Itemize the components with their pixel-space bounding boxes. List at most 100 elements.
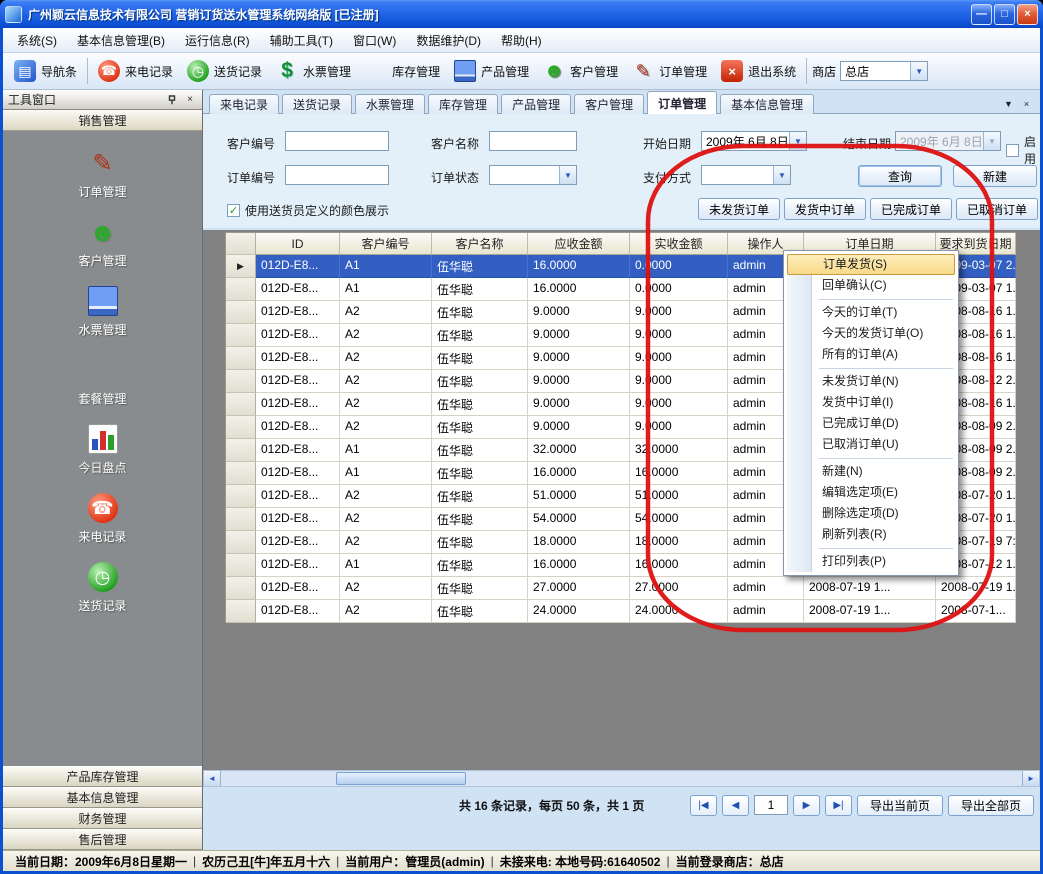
sidebar-section-bar[interactable]: 产品库存管理 [3, 766, 202, 787]
row-selector[interactable]: ▶ [226, 255, 256, 278]
context-menu-item[interactable]: 今天的发货订单(O) [786, 323, 956, 344]
shipping-orders-button[interactable]: 发货中订单 [784, 198, 866, 220]
chevron-down-icon[interactable]: ▼ [789, 132, 806, 150]
column-header[interactable]: 客户编号 [340, 233, 432, 255]
order-status-select[interactable]: ▼ [489, 165, 577, 185]
menu-item[interactable]: 数据维护(D) [406, 29, 491, 52]
scrollbar-track[interactable] [221, 771, 1022, 786]
order-no-input[interactable] [285, 165, 389, 185]
sidebar-item[interactable]: ☎来电记录 [3, 493, 202, 545]
context-menu-item[interactable]: 已完成订单(D) [786, 413, 956, 434]
close-icon[interactable]: × [183, 93, 197, 107]
pay-method-select[interactable]: ▼ [701, 165, 791, 185]
toolbar-product-button[interactable]: 产品管理 [447, 57, 536, 85]
menu-item[interactable]: 辅助工具(T) [260, 29, 343, 52]
menu-item[interactable]: 窗口(W) [343, 29, 406, 52]
toolbar-call-log-button[interactable]: ☎ 来电记录 [91, 57, 180, 85]
scroll-left-icon[interactable]: ◄ [204, 771, 221, 786]
menu-item[interactable]: 系统(S) [7, 29, 67, 52]
completed-orders-button[interactable]: 已完成订单 [870, 198, 952, 220]
context-menu-item[interactable]: 今天的订单(T) [786, 302, 956, 323]
row-selector[interactable] [226, 370, 256, 393]
tab-close-icon[interactable]: × [1019, 96, 1034, 111]
row-selector[interactable] [226, 439, 256, 462]
context-menu-item[interactable]: 已取消订单(U) [786, 434, 956, 455]
tab-item[interactable]: 库存管理 [428, 94, 498, 114]
scrollbar-thumb[interactable] [336, 772, 466, 785]
context-menu-item[interactable]: 编辑选定项(E) [786, 482, 956, 503]
sidebar-item[interactable]: ◷送货记录 [3, 562, 202, 614]
query-button[interactable]: 查询 [858, 165, 942, 187]
scroll-right-icon[interactable]: ► [1022, 771, 1039, 786]
table-row[interactable]: 012D-E8...A2伍华聪27.000027.0000admin2008-0… [226, 577, 1016, 600]
row-selector[interactable] [226, 278, 256, 301]
store-select[interactable]: 总店 ▼ [840, 61, 928, 81]
sidebar-item[interactable]: ✎订单管理 [3, 148, 202, 200]
maximize-button[interactable]: □ [994, 4, 1015, 25]
context-menu-item[interactable]: 新建(N) [786, 461, 956, 482]
export-all-pages-button[interactable]: 导出全部页 [948, 795, 1034, 816]
chevron-down-icon[interactable]: ▼ [910, 62, 927, 80]
menu-item[interactable]: 帮助(H) [491, 29, 552, 52]
toolbar-order-button[interactable]: ✎ 订单管理 [625, 57, 714, 85]
sidebar-section-bar[interactable]: 售后管理 [3, 829, 202, 850]
tab-item[interactable]: 来电记录 [209, 94, 279, 114]
toolbar-exit-button[interactable]: × 退出系统 [714, 57, 803, 85]
row-selector[interactable] [226, 508, 256, 531]
sidebar-item[interactable]: 套餐管理 [3, 355, 202, 407]
toolbar-customer-button[interactable]: ☻ 客户管理 [536, 57, 625, 85]
toolbar-water-ticket-button[interactable]: $ 水票管理 [269, 57, 358, 85]
toolbar-inventory-button[interactable]: 库存管理 [358, 57, 447, 85]
page-number-input[interactable] [754, 795, 788, 815]
close-button[interactable]: × [1017, 4, 1038, 25]
enable-checkbox[interactable] [1006, 144, 1019, 157]
prev-page-button[interactable]: ◀ [722, 795, 749, 816]
tab-item[interactable]: 送货记录 [282, 94, 352, 114]
row-selector[interactable] [226, 577, 256, 600]
chevron-down-icon[interactable]: ▼ [559, 166, 576, 184]
tab-item[interactable]: 基本信息管理 [720, 94, 814, 114]
sidebar-item[interactable]: 水票管理 [3, 286, 202, 338]
row-selector[interactable] [226, 347, 256, 370]
toolbar-delivery-log-button[interactable]: ◷ 送货记录 [180, 57, 269, 85]
context-menu-item[interactable]: 刷新列表(R) [786, 524, 956, 545]
tab-active[interactable]: 订单管理 [647, 91, 717, 114]
column-header[interactable]: ID [256, 233, 340, 255]
context-menu-item[interactable]: 未发货订单(N) [786, 371, 956, 392]
context-menu-item[interactable]: 订单发货(S) [787, 254, 955, 275]
sidebar-section-sales[interactable]: 销售管理 [3, 110, 202, 131]
row-selector[interactable] [226, 531, 256, 554]
context-menu-item[interactable]: 回单确认(C) [786, 275, 956, 296]
row-selector[interactable] [226, 324, 256, 347]
start-date-picker[interactable]: 2009年 6月 8日 ▼ [701, 131, 807, 151]
context-menu-item[interactable]: 所有的订单(A) [786, 344, 956, 365]
menu-item[interactable]: 基本信息管理(B) [67, 29, 175, 52]
unshipped-orders-button[interactable]: 未发货订单 [698, 198, 780, 220]
tab-item[interactable]: 产品管理 [501, 94, 571, 114]
context-menu-item[interactable]: 发货中订单(I) [786, 392, 956, 413]
chevron-down-icon[interactable]: ▼ [773, 166, 790, 184]
sidebar-section-bar[interactable]: 基本信息管理 [3, 787, 202, 808]
sidebar-section-bar[interactable]: 财务管理 [3, 808, 202, 829]
last-page-button[interactable]: ▶| [825, 795, 852, 816]
table-row[interactable]: 012D-E8...A2伍华聪24.000024.0000admin2008-0… [226, 600, 1016, 623]
row-selector[interactable] [226, 462, 256, 485]
tab-item[interactable]: 水票管理 [355, 94, 425, 114]
sidebar-item[interactable]: 今日盘点 [3, 424, 202, 476]
row-selector[interactable] [226, 416, 256, 439]
row-selector[interactable] [226, 393, 256, 416]
column-header[interactable]: 应收金额 [528, 233, 630, 255]
first-page-button[interactable]: |◀ [690, 795, 717, 816]
end-date-picker[interactable]: 2009年 6月 8日 ▼ [895, 131, 1001, 151]
context-menu-item[interactable]: 删除选定项(D) [786, 503, 956, 524]
row-selector[interactable] [226, 485, 256, 508]
context-menu-item[interactable]: 打印列表(P) [786, 551, 956, 572]
cancelled-orders-button[interactable]: 已取消订单 [956, 198, 1038, 220]
row-selector[interactable] [226, 301, 256, 324]
minimize-button[interactable]: — [971, 4, 992, 25]
row-selector[interactable] [226, 600, 256, 623]
tab-item[interactable]: 客户管理 [574, 94, 644, 114]
horizontal-scrollbar[interactable]: ◄ ► [203, 770, 1040, 787]
customer-no-input[interactable] [285, 131, 389, 151]
tab-list-chevron-icon[interactable]: ▼ [1001, 96, 1016, 111]
